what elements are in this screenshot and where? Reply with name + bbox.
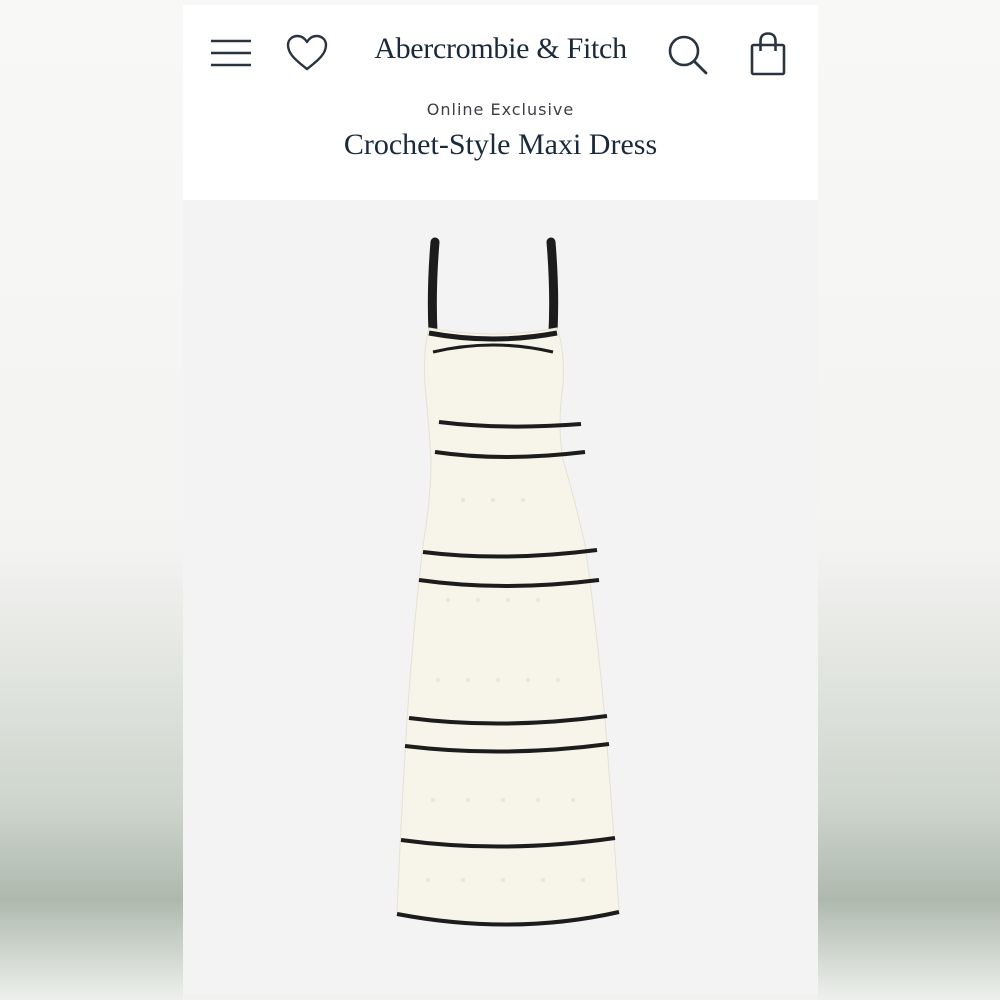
product-page: Abercrombie & Fitch Online Exclusive Cro… [183,5,818,995]
brand-logo: Abercrombie & Fitch [183,32,818,66]
dress-illustration [396,237,620,927]
shopping-bag-button[interactable] [743,27,793,81]
online-exclusive-badge: Online Exclusive [426,100,575,119]
search-icon [668,35,708,75]
product-title: Crochet-Style Maxi Dress [343,128,658,161]
shopping-bag-icon [750,32,786,76]
search-button[interactable] [663,31,713,79]
brand-logo-text[interactable]: Abercrombie & Fitch [374,32,627,65]
wishlist-button[interactable] [283,31,331,75]
menu-button[interactable] [205,31,255,75]
blurred-backdrop-left [0,0,183,1000]
heart-icon [286,34,328,71]
site-header: Abercrombie & Fitch [183,5,818,100]
product-image[interactable] [183,200,818,995]
blurred-backdrop-right [817,0,1000,1000]
hamburger-menu-icon [211,39,251,67]
